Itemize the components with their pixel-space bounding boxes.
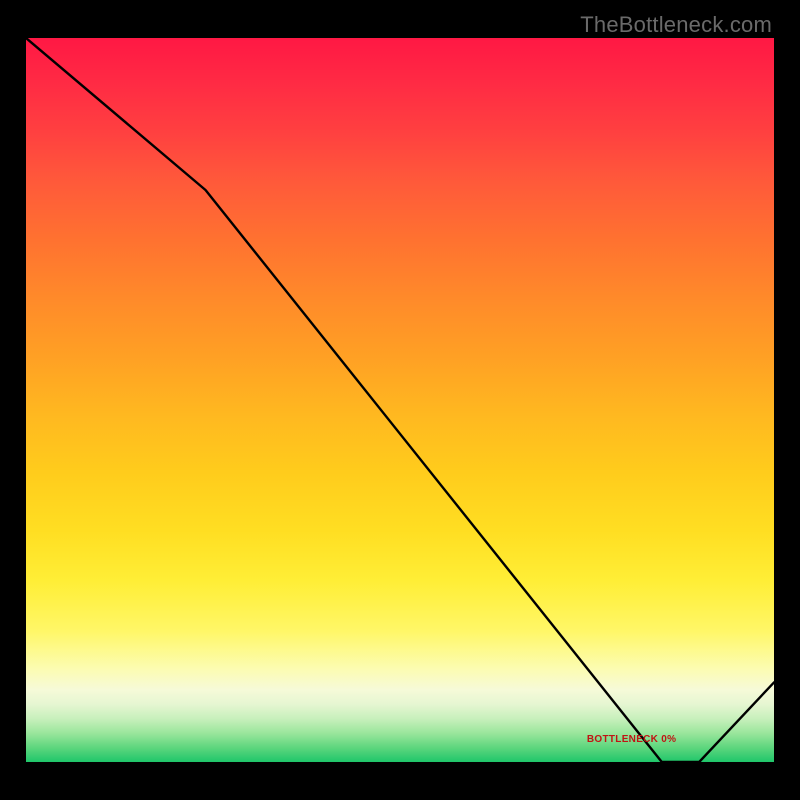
plot-area: BOTTLENECK 0% — [26, 38, 774, 762]
curve-polyline — [26, 38, 774, 762]
watermark-text: TheBottleneck.com — [580, 12, 772, 38]
bottleneck-curve — [26, 38, 774, 762]
chart-frame: TheBottleneck.com BOTTLENECK 0% — [0, 0, 800, 800]
